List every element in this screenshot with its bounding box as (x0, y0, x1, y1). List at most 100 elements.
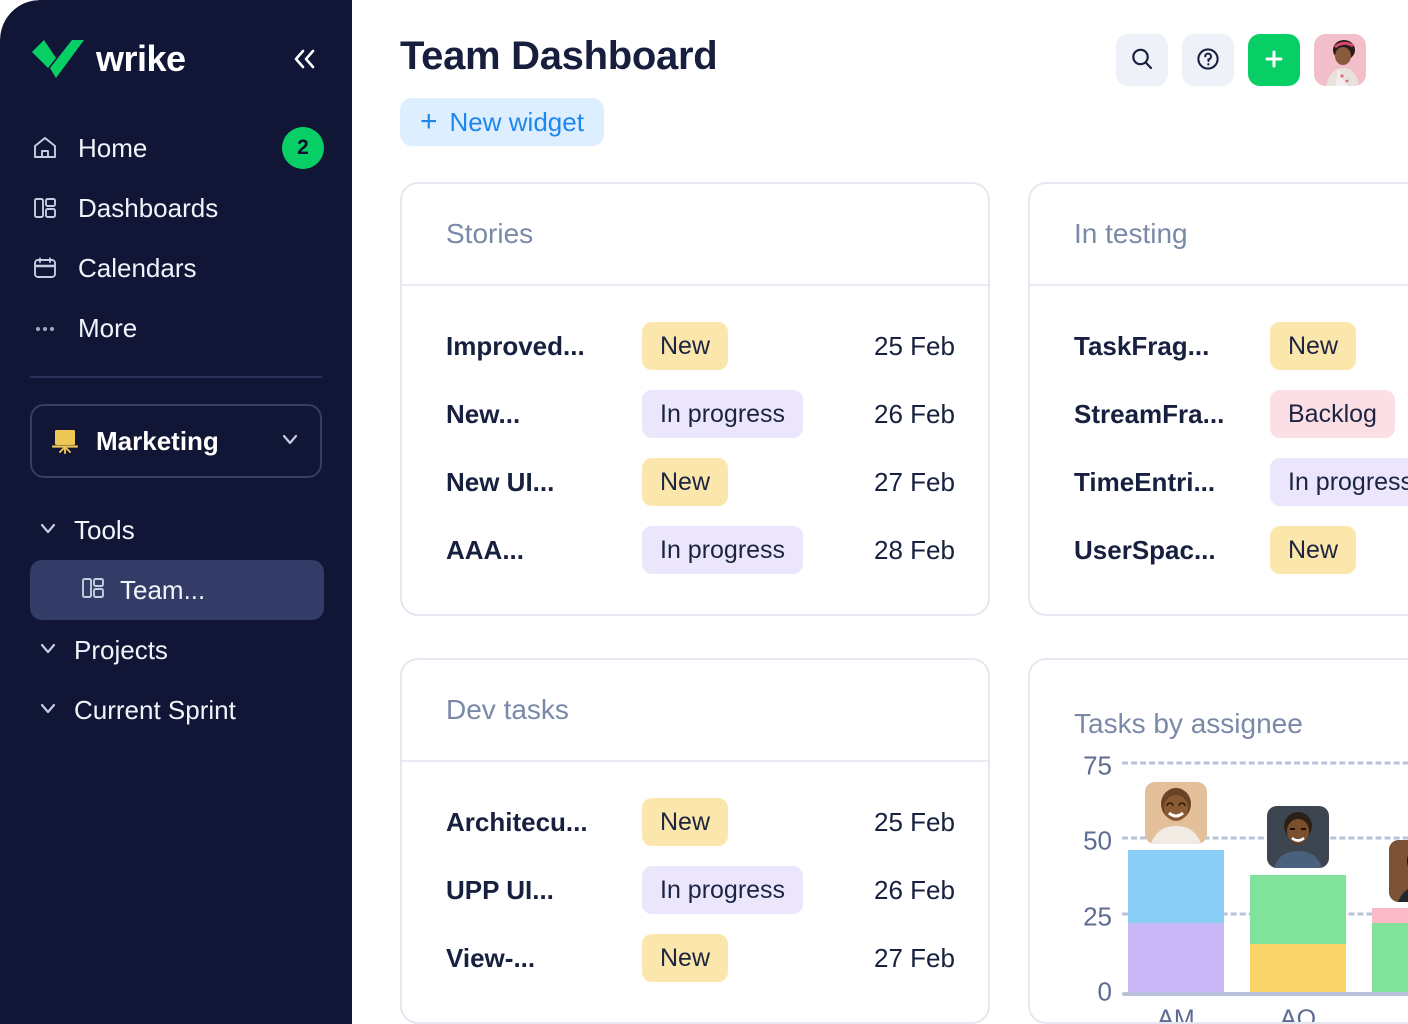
user-avatar[interactable] (1314, 34, 1366, 86)
plot-area: AMAOLT (1122, 766, 1408, 996)
widget-in-testing: In testing TaskFrag... New StreamFra... … (1028, 182, 1408, 616)
double-chevron-left-icon[interactable] (284, 39, 324, 79)
search-button[interactable] (1116, 34, 1168, 86)
y-axis-tick: 50 (1083, 826, 1112, 857)
widget-title: Stories (446, 218, 533, 250)
sidebar-tree-item-tools[interactable]: Tools (30, 500, 324, 560)
dashboard-layout-icon (30, 193, 60, 223)
table-row[interactable]: Improved... New 25 Feb (446, 312, 944, 380)
bar-column[interactable]: AO (1250, 766, 1346, 992)
task-name: TimeEntri... (1074, 467, 1270, 498)
sidebar-item-dashboards[interactable]: Dashboards (30, 178, 324, 238)
status-badge[interactable]: New (642, 934, 728, 982)
easel-board-icon (50, 426, 80, 456)
assignee-3-avatar[interactable] (1389, 840, 1408, 902)
space-selector-marketing[interactable]: Marketing (30, 404, 322, 478)
status-badge[interactable]: New (642, 798, 728, 846)
space-name-label: Marketing (96, 426, 219, 457)
task-name: UPP UI... (446, 875, 642, 906)
bar-segment-pink (1372, 908, 1408, 923)
assignee-1-avatar[interactable] (1145, 782, 1207, 844)
y-axis-tick: 0 (1098, 977, 1112, 1008)
calendar-icon (30, 253, 60, 283)
bar-column[interactable]: LT (1372, 766, 1408, 992)
sidebar-tree-item-team-dashboard[interactable]: Team... (30, 560, 324, 620)
bar-segment-purple (1128, 923, 1224, 992)
chevron-down-icon[interactable] (36, 516, 60, 545)
status-badge[interactable]: In progress (642, 866, 803, 914)
status-badge[interactable]: In progress (1270, 458, 1408, 506)
task-date: 25 Feb (874, 807, 955, 838)
app-root: wrike Home 2 (0, 0, 1408, 1024)
status-cell: New (642, 798, 874, 846)
status-badge[interactable]: In progress (642, 526, 803, 574)
task-name: Improved... (446, 331, 642, 362)
sidebar-tree-label: Current Sprint (74, 695, 236, 726)
status-badge[interactable]: New (642, 458, 728, 506)
table-row[interactable]: AAA... In progress 28 Feb (446, 516, 944, 584)
table-row[interactable]: TimeEntri... In progress (1074, 448, 1408, 516)
table-row[interactable]: New UI... New 27 Feb (446, 448, 944, 516)
sidebar-tree-item-current-sprint[interactable]: Current Sprint (30, 680, 324, 740)
status-badge[interactable]: In progress (642, 390, 803, 438)
assignee-2-avatar[interactable] (1267, 806, 1329, 868)
help-button[interactable] (1182, 34, 1234, 86)
table-row[interactable]: UserSpac... New (1074, 516, 1408, 584)
status-cell: In progress (1270, 458, 1408, 506)
status-badge[interactable]: New (1270, 322, 1356, 370)
task-name: New... (446, 399, 642, 430)
sidebar-tree-item-projects[interactable]: Projects (30, 620, 324, 680)
task-name: AAA... (446, 535, 642, 566)
chevron-down-icon[interactable] (36, 636, 60, 665)
task-date: 27 Feb (874, 943, 955, 974)
table-row[interactable]: UPP UI... In progress 26 Feb (446, 856, 944, 924)
page-title: Team Dashboard (400, 34, 717, 78)
chevron-down-icon[interactable] (36, 696, 60, 725)
task-date: 27 Feb (874, 467, 955, 498)
bar-segment-blue (1128, 850, 1224, 922)
bar-column[interactable]: AM (1128, 766, 1224, 992)
bar-segment-green (1372, 923, 1408, 992)
status-badge[interactable]: New (642, 322, 728, 370)
status-badge[interactable]: Backlog (1270, 390, 1395, 438)
x-axis-tick: AO (1280, 1005, 1316, 1024)
task-date: 26 Feb (874, 399, 955, 430)
task-name: UserSpac... (1074, 535, 1270, 566)
search-icon (1129, 46, 1155, 75)
sidebar-item-more[interactable]: More (30, 298, 324, 358)
y-axis: 0255075 (1060, 766, 1122, 996)
sidebar-divider (30, 376, 322, 378)
table-row[interactable]: Architecu... New 25 Feb (446, 788, 944, 856)
status-cell: In progress (642, 866, 874, 914)
header-actions (1116, 34, 1408, 86)
main-header: Team Dashboard (400, 0, 1408, 86)
widget-header: In testing (1030, 184, 1408, 286)
chevron-down-icon[interactable] (278, 427, 302, 456)
main-content: Team Dashboard (352, 0, 1408, 1024)
status-cell: Backlog (1270, 390, 1408, 438)
sidebar-item-label: Dashboards (78, 193, 218, 224)
widget-title: In testing (1074, 218, 1188, 250)
widget-dev-tasks: Dev tasks Architecu... New 25 Feb UPP UI… (400, 658, 990, 1024)
sidebar-item-home[interactable]: Home 2 (30, 118, 324, 178)
help-question-icon (1195, 46, 1221, 75)
status-badge[interactable]: New (1270, 526, 1356, 574)
sidebar-item-calendars[interactable]: Calendars (30, 238, 324, 298)
table-row[interactable]: TaskFrag... New (1074, 312, 1408, 380)
table-row[interactable]: StreamFra... Backlog (1074, 380, 1408, 448)
plus-icon: + (420, 107, 438, 137)
brand[interactable]: wrike (30, 38, 186, 80)
dashboard-layout-icon (80, 575, 106, 606)
grid-line (1122, 762, 1408, 765)
new-widget-button[interactable]: + New widget (400, 98, 604, 146)
task-date: 25 Feb (874, 331, 955, 362)
status-cell: New (642, 458, 874, 506)
sidebar-tree-label: Team... (120, 575, 205, 606)
table-row[interactable]: New... In progress 26 Feb (446, 380, 944, 448)
sidebar-item-label: Home (78, 133, 147, 164)
status-cell: New (642, 934, 874, 982)
sidebar-nav: Home 2 Dashboards (0, 118, 352, 358)
sidebar-tree-label: Projects (74, 635, 168, 666)
create-button[interactable] (1248, 34, 1300, 86)
table-row[interactable]: View-... New 27 Feb (446, 924, 944, 992)
